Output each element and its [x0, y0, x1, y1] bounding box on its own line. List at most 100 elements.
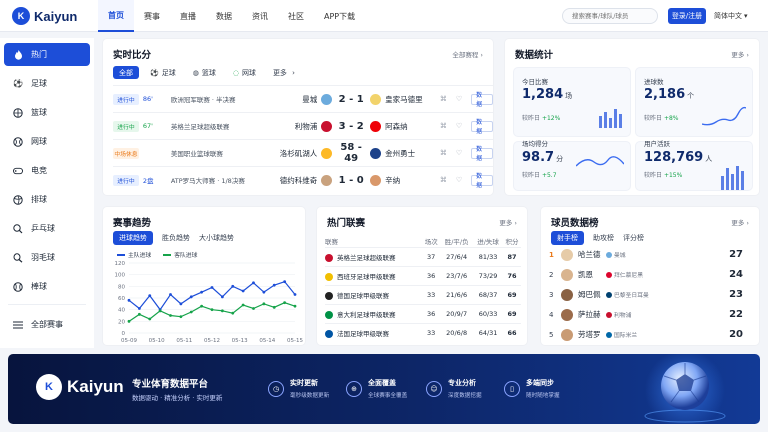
- soccer-ball-icon: ⚽: [150, 68, 159, 77]
- lineup-icon[interactable]: ⌘: [440, 122, 447, 130]
- data-point: [293, 304, 297, 308]
- data-point: [231, 311, 235, 315]
- basketball-icon: ◍: [192, 68, 199, 77]
- match-row[interactable]: 进行中 86' 欧洲冠军联赛 · 半决赛 曼城 2 - 1 皇家马德里 ⌘ ♡ 数据: [113, 85, 493, 112]
- stat-card-goals[interactable]: 进球数 2,186 个 较昨日 +8%: [635, 67, 753, 137]
- player-ranking-title: 球员数据榜: [551, 218, 599, 229]
- stat-label: 场均得分: [522, 140, 548, 148]
- away-team: 辛纳: [370, 174, 434, 186]
- stat-compare: 较昨日 +8%: [644, 115, 679, 122]
- sidebar-item-all-events[interactable]: 全部赛事: [4, 313, 90, 336]
- tab-scorers[interactable]: 射手榜: [551, 231, 584, 245]
- stat-card-active-users[interactable]: 用户活跃 128,769 人 较昨日 +15%: [635, 140, 753, 191]
- language-select[interactable]: 简体中文 ▾: [714, 8, 748, 24]
- club-crest-icon: [606, 271, 612, 278]
- sidebar-item-football[interactable]: ⚽ 足球: [4, 72, 90, 95]
- sidebar-item-hot[interactable]: 热门: [4, 43, 90, 66]
- nav-app-download[interactable]: APP下载: [314, 0, 365, 32]
- match-data-button[interactable]: 数据: [471, 92, 493, 108]
- data-point: [283, 301, 287, 305]
- player-name: 萨拉赫: [578, 310, 601, 319]
- stats-more-link[interactable]: 更多 ›: [731, 49, 749, 59]
- players-more-link[interactable]: 更多 ›: [731, 217, 749, 227]
- player-row[interactable]: 3 姆巴佩 巴黎圣日耳曼 23: [549, 285, 743, 304]
- lineup-icon[interactable]: ⌘: [440, 95, 447, 103]
- match-data-button[interactable]: 数据: [471, 119, 493, 135]
- favorite-icon[interactable]: ♡: [456, 149, 462, 157]
- favorite-icon[interactable]: ♡: [456, 122, 462, 130]
- stat-card-avg-score[interactable]: 场均得分 98.7 分 较昨日 +5.7: [513, 140, 631, 191]
- match-row[interactable]: 进行中 67' 英格兰足球超级联赛 利物浦 3 - 2 阿森纳 ⌘ ♡ 数据: [113, 112, 493, 139]
- table-row[interactable]: 意大利足球甲级联赛 36 20/9/7 60/33 69: [325, 303, 521, 323]
- sidebar-item-badminton[interactable]: 羽毛球: [4, 246, 90, 269]
- filter-football[interactable]: ⚽ 足球: [144, 66, 182, 79]
- stat-card-matches[interactable]: 今日比赛 1,284 场 较昨日 +12%: [513, 67, 631, 137]
- brand-logo[interactable]: K Kaiyun: [12, 7, 77, 25]
- login-button[interactable]: 登录/注册: [668, 8, 706, 24]
- favorite-icon[interactable]: ♡: [456, 95, 462, 103]
- club-crest-icon: [606, 251, 612, 258]
- live-scores-title: 实时比分: [113, 50, 152, 61]
- sidebar-item-volleyball[interactable]: 排球: [4, 188, 90, 211]
- player-name: 凯恩: [578, 270, 593, 279]
- nav-data[interactable]: 数据: [206, 0, 242, 32]
- filter-all[interactable]: 全部: [113, 66, 139, 79]
- table-row[interactable]: 西班牙足球甲级联赛 36 23/7/6 73/29 76: [325, 265, 521, 285]
- player-row[interactable]: 2 凯恩 拜仁慕尼黑 24: [549, 265, 743, 284]
- match-score: 1 - 0: [338, 174, 364, 186]
- search-box: [562, 8, 658, 24]
- match-data-button[interactable]: 数据: [471, 146, 493, 162]
- table-row[interactable]: 德国足球甲级联赛 33 21/6/6 68/37 69: [325, 284, 521, 304]
- filter-basketball[interactable]: ◍ 篮球: [187, 66, 222, 79]
- player-row[interactable]: 1 哈兰德 曼城 27: [549, 245, 743, 264]
- table-row[interactable]: 英格兰足球超级联赛 37 27/6/4 81/33 87: [325, 246, 521, 266]
- sidebar-item-label: 棒球: [31, 282, 47, 291]
- sidebar-item-baseball[interactable]: 棒球: [4, 275, 90, 298]
- col-goals: 进/失球: [477, 237, 499, 246]
- match-row[interactable]: 进行中 2盘 ATP罗马大师赛 · 1/8决赛 德约科维奇 1 - 0 辛纳 ⌘…: [113, 166, 493, 193]
- nav-home[interactable]: 首页: [98, 0, 134, 32]
- flag-icon: [325, 253, 333, 262]
- tab-over-under-trend[interactable]: 大小球趋势: [199, 233, 234, 243]
- table-row[interactable]: 法国足球甲级联赛 33 20/6/8 64/31 66: [325, 322, 521, 342]
- sidebar-item-basketball[interactable]: 篮球: [4, 101, 90, 124]
- tab-result-trend[interactable]: 胜负趋势: [162, 233, 190, 243]
- player-row[interactable]: 4 萨拉赫 利物浦 22: [549, 305, 743, 324]
- nav-news[interactable]: 资讯: [242, 0, 278, 32]
- nav-events[interactable]: 赛事: [134, 0, 170, 32]
- sidebar-item-esports[interactable]: 电竞: [4, 159, 90, 182]
- favorite-icon[interactable]: ♡: [456, 176, 462, 184]
- lineup-icon[interactable]: ⌘: [440, 176, 447, 184]
- tab-assists[interactable]: 助攻榜: [593, 233, 614, 243]
- sidebar-item-tennis[interactable]: 网球: [4, 130, 90, 153]
- lineup-icon[interactable]: ⌘: [440, 149, 447, 157]
- tab-goal-trend[interactable]: 进球趋势: [113, 231, 153, 245]
- player-rank: 5: [549, 330, 554, 339]
- home-team: 德约科维奇: [274, 174, 333, 186]
- tab-ratings[interactable]: 评分榜: [623, 233, 644, 243]
- feature-analysis: ☺ 专业分析 深度数据挖掘: [426, 378, 482, 399]
- player-avatar: [370, 174, 382, 186]
- search-input[interactable]: [572, 12, 652, 20]
- language-label: 简体中文: [714, 12, 742, 20]
- sidebar-item-pingpong[interactable]: 乒乓球: [4, 217, 90, 240]
- filter-more[interactable]: 更多 ›: [267, 66, 301, 79]
- all-schedule-link[interactable]: 全部赛程 ›: [452, 49, 483, 59]
- player-row[interactable]: 5 劳塔罗 国际米兰 20: [549, 325, 743, 344]
- match-data-button[interactable]: 数据: [471, 173, 493, 189]
- match-league: 美国职业篮球联赛: [170, 150, 223, 158]
- data-point: [148, 294, 152, 298]
- match-status: 中场休息: [113, 147, 139, 159]
- player-name: 姆巴佩: [578, 290, 601, 299]
- data-point: [169, 314, 172, 317]
- match-row[interactable]: 中场休息 美国职业篮球联赛 洛杉矶湖人 58 - 49 金州勇士 ⌘ ♡ 数据: [113, 139, 493, 166]
- data-point: [127, 319, 131, 323]
- match-league: 英格兰足球超级联赛: [170, 123, 230, 131]
- team-crest-icon: [370, 120, 382, 132]
- nav-community[interactable]: 社区: [278, 0, 314, 32]
- y-tick-label: 80: [118, 284, 125, 290]
- nav-live[interactable]: 直播: [170, 0, 206, 32]
- filter-tennis[interactable]: ◌ 网球: [227, 66, 262, 79]
- data-point: [137, 307, 141, 310]
- leagues-more-link[interactable]: 更多 ›: [499, 217, 517, 227]
